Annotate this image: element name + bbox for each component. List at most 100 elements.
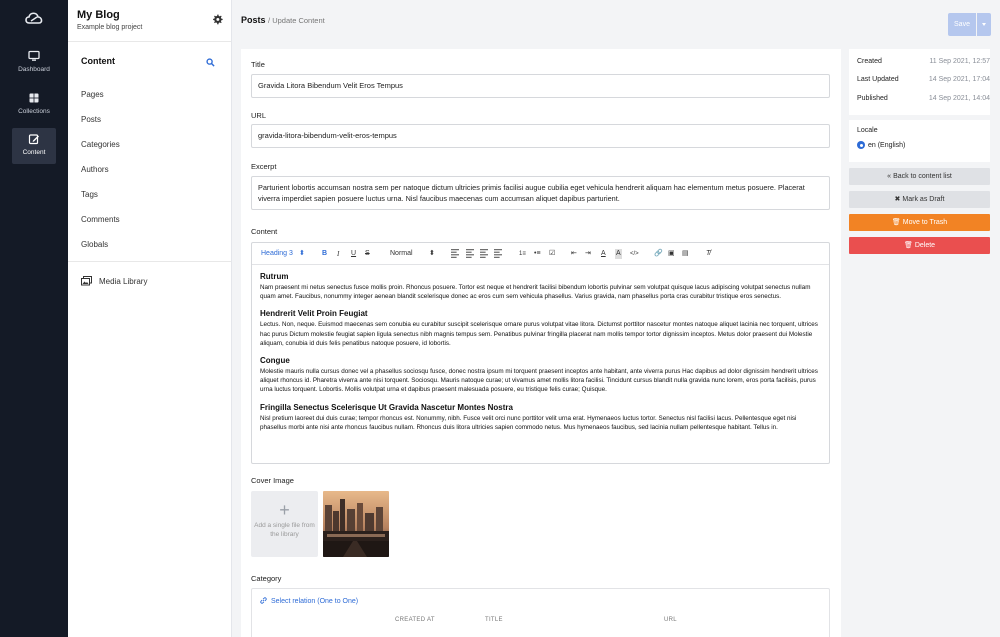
clear-format-icon[interactable]: T̸ — [706, 249, 710, 259]
content-paragraph: Lectus. Non, neque. Euismod maecenas sem… — [260, 321, 818, 347]
radio-selected-icon[interactable] — [857, 141, 865, 149]
sidebar-item-media-library[interactable]: Media Library — [68, 270, 231, 292]
content-heading: Fringilla Senectus Scelerisque Ut Gravid… — [260, 402, 513, 412]
edit-form-panel: Title Gravida Litora Bibendum Velit Eros… — [241, 49, 841, 637]
delete-button[interactable]: 🗑 Delete — [849, 237, 990, 254]
strikethrough-icon[interactable]: S — [365, 249, 370, 259]
sidebar-item-posts[interactable]: Posts — [68, 107, 231, 132]
code-icon[interactable]: </> — [630, 249, 639, 259]
column-header-title: TITLE — [485, 617, 503, 623]
save-button[interactable]: Save — [948, 13, 976, 36]
published-label: Published — [857, 95, 888, 102]
editor-toolbar: Heading 3 ⬍ B I U S Normal ⬍ 1≡ •≡ ☑ ⇤ ⇥… — [252, 243, 829, 265]
trash-icon: 🗑 — [903, 242, 913, 249]
content-heading: Congue — [260, 356, 290, 366]
format-select-caret-icon[interactable]: ⬍ — [429, 249, 435, 259]
title-input[interactable]: Gravida Litora Bibendum Velit Eros Tempu… — [251, 74, 830, 98]
excerpt-textarea[interactable]: Parturient lobortis accumsan nostra sem … — [251, 176, 830, 210]
ordered-list-icon[interactable]: 1≡ — [519, 249, 526, 259]
back-label: Back to content list — [893, 173, 952, 180]
sidebar-divider — [68, 261, 231, 262]
rail-label: Dashboard — [18, 66, 50, 73]
indent-icon[interactable]: ⇥ — [585, 249, 591, 259]
last-updated-row: Last Updated 14 Sep 2021, 17:04 — [857, 76, 990, 83]
grid-icon — [29, 93, 39, 103]
italic-icon[interactable]: I — [337, 249, 339, 259]
back-to-content-list-button[interactable]: «Back to content list — [849, 168, 990, 185]
editor-document[interactable]: Rutrum Nam praesent mi netus senectus fu… — [252, 265, 829, 445]
created-value: 11 Sep 2021, 12:57 — [929, 58, 990, 65]
move-to-trash-button[interactable]: 🗑 Move to Trash — [849, 214, 990, 231]
heading-select-caret-icon[interactable]: ⬍ — [299, 249, 305, 259]
top-bar: Posts / Update Content Save — [232, 0, 1000, 42]
last-updated-label: Last Updated — [857, 76, 899, 83]
section-label: Content — [81, 56, 115, 66]
align-right-icon[interactable] — [480, 249, 488, 258]
draft-label: Mark as Draft — [902, 196, 945, 203]
sidebar-item-comments[interactable]: Comments — [68, 207, 231, 232]
content-heading: Rutrum — [260, 272, 289, 281]
rail-label: Content — [22, 149, 46, 156]
align-center-icon[interactable] — [466, 249, 474, 258]
locale-option-en[interactable]: en (English) — [857, 141, 905, 149]
tools-icon: ✖ — [894, 196, 901, 203]
text-color-icon[interactable]: A — [601, 249, 606, 259]
rich-text-editor[interactable]: Heading 3 ⬍ B I U S Normal ⬍ 1≡ •≡ ☑ ⇤ ⇥… — [251, 242, 830, 464]
video-icon[interactable]: ▤ — [682, 249, 689, 259]
locale-option-label: en (English) — [868, 141, 906, 149]
search-icon[interactable] — [206, 58, 215, 67]
sidebar-item-pages[interactable]: Pages — [68, 82, 231, 107]
edit-icon — [28, 134, 39, 145]
bold-icon[interactable]: B — [322, 249, 327, 259]
breadcrumb: Posts / Update Content — [241, 15, 325, 25]
background-color-icon[interactable]: A — [615, 249, 622, 259]
sidebar-item-categories[interactable]: Categories — [68, 132, 231, 157]
bullet-list-icon[interactable]: •≡ — [534, 249, 541, 259]
rail-item-dashboard[interactable]: Dashboard — [12, 45, 56, 81]
align-left-icon[interactable] — [451, 249, 459, 258]
sidebar-item-authors[interactable]: Authors — [68, 157, 231, 182]
checklist-icon[interactable]: ☑ — [549, 249, 555, 259]
column-header-created-at: CREATED AT — [395, 617, 435, 623]
gear-icon[interactable] — [212, 14, 223, 25]
outdent-icon[interactable]: ⇤ — [571, 249, 577, 259]
images-icon — [81, 276, 92, 286]
project-subtitle: Example blog project — [77, 24, 143, 31]
heading-select[interactable]: Heading 3 — [261, 249, 293, 259]
link-icon[interactable]: 🔗 — [654, 249, 663, 259]
url-label: URL — [251, 111, 267, 120]
published-row: Published 14 Sep 2021, 14:04 — [857, 95, 990, 102]
locale-label: Locale — [857, 127, 878, 134]
title-label: Title — [251, 60, 265, 69]
rail-item-collections[interactable]: Collections — [12, 87, 56, 123]
link-icon — [260, 597, 267, 604]
last-updated-value: 14 Sep 2021, 17:04 — [928, 76, 990, 83]
app-rail: Dashboard Collections Content — [0, 0, 68, 637]
cloud-logo-icon[interactable] — [24, 10, 44, 26]
breadcrumb-section[interactable]: Posts — [241, 15, 266, 25]
category-label: Category — [251, 574, 282, 583]
media-library-label: Media Library — [99, 276, 148, 286]
add-cover-image-button[interactable]: + Add a single file from the library — [251, 491, 318, 557]
format-select[interactable]: Normal — [390, 249, 413, 259]
underline-icon[interactable]: U — [351, 249, 356, 259]
image-icon[interactable]: ▣ — [668, 249, 675, 259]
align-justify-icon[interactable] — [494, 249, 502, 258]
cover-image-thumbnail[interactable] — [323, 491, 389, 557]
save-dropdown-toggle[interactable] — [977, 13, 991, 36]
double-chevron-left-icon: « — [887, 173, 892, 180]
plus-icon: + — [279, 500, 290, 520]
mark-as-draft-button[interactable]: ✖ Mark as Draft — [849, 191, 990, 208]
select-relation-link[interactable]: Select relation (One to One) — [260, 597, 358, 605]
url-input[interactable]: gravida-litora-bibendum-velit-eros-tempu… — [251, 124, 830, 148]
add-file-text: Add a single file from the library — [254, 522, 315, 538]
sidebar-item-tags[interactable]: Tags — [68, 182, 231, 207]
sidebar-item-globals[interactable]: Globals — [68, 232, 231, 257]
rail-item-content[interactable]: Content — [12, 128, 56, 164]
content-sidebar: My Blog Example blog project Content Pag… — [68, 0, 232, 637]
created-label: Created — [857, 58, 882, 65]
column-header-url: URL — [664, 617, 677, 623]
select-relation-label: Select relation (One to One) — [270, 598, 359, 605]
rail-label: Collections — [18, 108, 50, 115]
published-value: 14 Sep 2021, 14:04 — [928, 95, 990, 102]
